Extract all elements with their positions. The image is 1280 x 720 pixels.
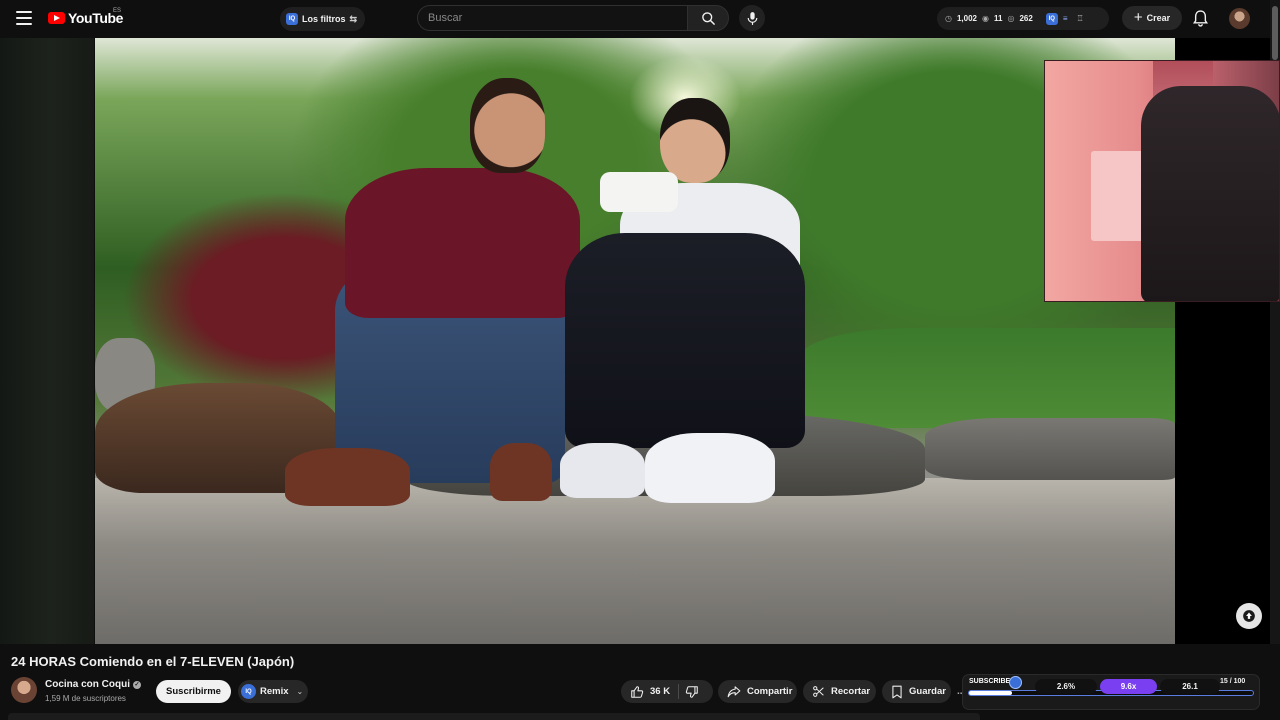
mic-icon — [747, 11, 757, 25]
voice-search-button[interactable] — [739, 5, 765, 31]
country-code: ES — [113, 8, 122, 14]
iq-badge-icon[interactable]: IQ — [1045, 12, 1058, 25]
iq-badge-icon: IQ — [241, 684, 256, 699]
share-icon — [727, 686, 741, 698]
tune-icon: ⇆ — [349, 13, 358, 24]
scissors-icon — [813, 686, 824, 697]
channel-avatar[interactable] — [11, 677, 37, 703]
share-button[interactable]: Compartir — [718, 680, 797, 703]
top-bar: YouTube ES IQ Los filtros ⇆ Buscar ◷ 1,0… — [0, 0, 1280, 38]
bell-icon — [1192, 10, 1209, 27]
save-button[interactable]: Guardar — [882, 680, 951, 703]
video-title: 24 HORAS Comiendo en el 7-ELEVEN (Japón) — [11, 654, 295, 669]
queue-icon[interactable]: ≡ — [1063, 14, 1068, 23]
search-icon — [701, 11, 715, 25]
video-scene-rock — [925, 418, 1175, 480]
stat-watched: 262 — [1019, 14, 1033, 23]
account-avatar[interactable] — [1229, 8, 1250, 29]
subscriber-count: 1,59 M de suscriptores — [45, 694, 126, 703]
subscribe-button[interactable]: Suscribirme — [156, 680, 231, 703]
youtube-logo-icon — [48, 12, 65, 24]
description-box-edge[interactable] — [8, 713, 980, 720]
trophy-icon[interactable]: ♖ — [1076, 14, 1083, 23]
metric-ratio[interactable]: 2.6% — [1035, 679, 1097, 694]
create-label: Crear — [1146, 13, 1171, 23]
like-dislike-group: 36 K — [621, 680, 713, 703]
eye-icon: ◉ — [982, 14, 989, 23]
share-label: Compartir — [747, 686, 793, 697]
remix-label: Remix — [260, 686, 289, 697]
video-scene-grass — [800, 328, 1175, 428]
metric-multiplier[interactable]: 9.6x — [1100, 679, 1157, 694]
like-icon[interactable] — [630, 685, 644, 699]
iq-badge-icon: IQ — [286, 13, 298, 25]
clip-label: Recortar — [831, 686, 871, 697]
webcam-overlay — [1044, 60, 1280, 302]
clip-button[interactable]: Recortar — [803, 680, 876, 703]
video-player[interactable] — [95, 38, 1175, 644]
progress-fill — [969, 691, 1012, 695]
metric-score[interactable]: 26.1 — [1160, 679, 1220, 694]
floating-action-button[interactable] — [1236, 603, 1262, 629]
channel-name-row[interactable]: Cocina con Coqui ✓ — [45, 679, 141, 690]
progress-handle-icon[interactable] — [1009, 676, 1022, 689]
remix-button[interactable]: IQ Remix ⌄ — [238, 680, 308, 703]
stats-pill[interactable]: ◷ 1,002 ◉ 11 ◎ 262 IQ ≡ ♖ — [937, 7, 1109, 30]
like-count[interactable]: 36 K — [650, 686, 670, 697]
video-scene-person — [285, 78, 585, 508]
menu-icon[interactable] — [16, 11, 32, 25]
stat-views: 11 — [994, 14, 1003, 23]
channel-name[interactable]: Cocina con Coqui — [45, 679, 130, 690]
video-scene-person — [560, 98, 810, 508]
search-input[interactable]: Buscar — [417, 5, 687, 31]
upload-arrow-icon — [1243, 610, 1255, 622]
youtube-logo[interactable]: YouTube — [48, 10, 123, 26]
clock-icon: ◷ — [945, 14, 952, 23]
stat-time: 1,002 — [956, 14, 978, 23]
filters-button[interactable]: IQ Los filtros ⇆ — [280, 7, 365, 31]
bookmark-icon — [892, 685, 902, 698]
search-button[interactable] — [687, 5, 729, 31]
chevron-down-icon: ⌄ — [296, 687, 304, 696]
dislike-icon[interactable] — [685, 685, 699, 699]
watched-icon: ◎ — [1007, 14, 1015, 23]
create-button[interactable]: + Crear — [1122, 6, 1182, 30]
create-plus-icon: + — [1133, 8, 1143, 26]
panel-count: 15 / 100 — [1220, 678, 1246, 685]
save-label: Guardar — [909, 686, 946, 697]
video-scene-food-container — [600, 172, 678, 212]
verified-icon: ✓ — [133, 680, 141, 689]
scrollbar-thumb[interactable] — [1272, 6, 1278, 60]
notifications-button[interactable] — [1192, 9, 1209, 32]
subscriber-goal-panel: SUBSCRIBERS 2.6% 9.6x 26.1 15 / 100 — [962, 674, 1260, 710]
search-placeholder: Buscar — [428, 12, 463, 24]
divider — [678, 684, 680, 699]
filters-label: Los filtros — [302, 14, 346, 24]
